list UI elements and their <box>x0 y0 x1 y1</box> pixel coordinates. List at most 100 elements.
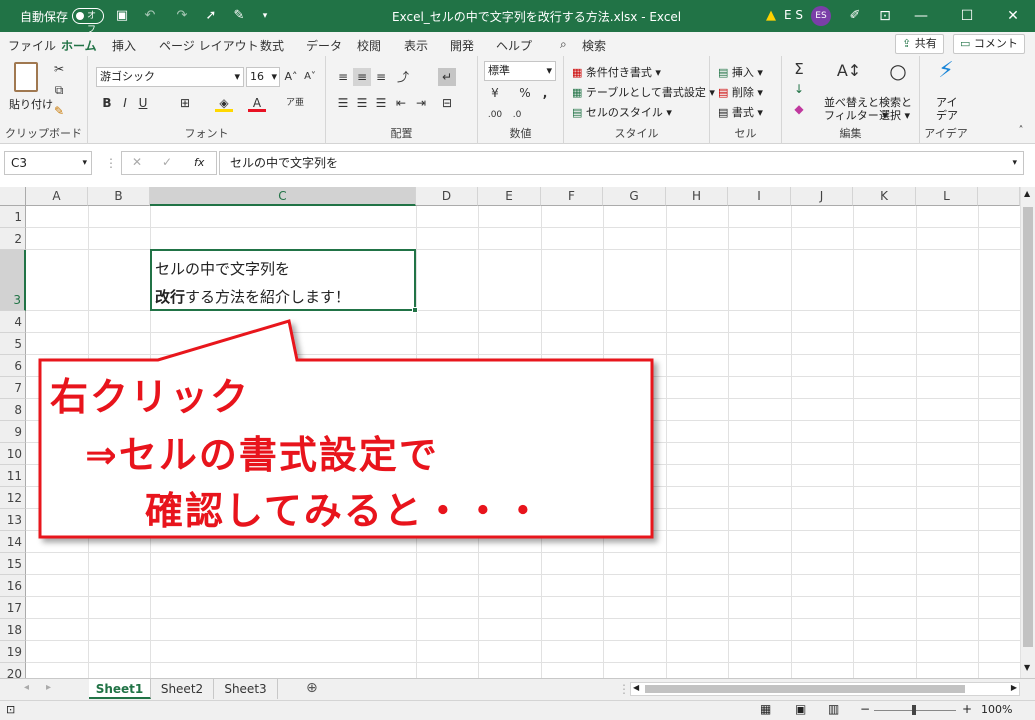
increase-indent-icon[interactable]: ⇥ <box>412 94 430 112</box>
vertical-scroll-thumb[interactable] <box>1023 207 1033 647</box>
autosave-toggle[interactable]: オフ <box>72 8 104 35</box>
row-header-19[interactable]: 19 <box>0 641 26 663</box>
sort-filter-icon[interactable]: A↕ <box>836 62 862 80</box>
tab-help[interactable]: ヘルプ <box>496 37 532 54</box>
autosum-icon[interactable]: Σ <box>790 60 808 78</box>
redo-icon[interactable]: ↷ <box>173 7 191 25</box>
zoom-out-icon[interactable]: − <box>860 702 870 716</box>
undo-icon[interactable]: ↶ <box>141 7 159 25</box>
tab-formulas[interactable]: 数式 <box>260 37 284 54</box>
next-sheet-icon[interactable]: ▸ <box>46 682 51 693</box>
currency-icon[interactable]: ¥ <box>486 84 504 102</box>
maximize-icon[interactable]: ☐ <box>944 0 990 32</box>
align-top-icon[interactable]: ≡ <box>334 68 352 86</box>
horizontal-scroll-thumb[interactable] <box>645 685 965 693</box>
column-header-k[interactable]: K <box>853 187 916 206</box>
format-painter-icon[interactable]: ✎ <box>50 102 68 120</box>
scroll-right-icon[interactable]: ▶ <box>1011 683 1017 692</box>
column-header-c[interactable]: C <box>150 187 416 206</box>
delete-cells-button[interactable]: ▤ 削除 ▾ <box>718 84 763 100</box>
column-header-l[interactable]: L <box>916 187 978 206</box>
phonetic-icon[interactable]: ア亜 <box>286 94 304 112</box>
sheet-tab-sheet1[interactable]: Sheet1 <box>89 679 151 699</box>
close-icon[interactable]: ✕ <box>990 0 1035 32</box>
insert-cells-button[interactable]: ▤ 挿入 ▾ <box>718 64 763 80</box>
avatar[interactable]: ES <box>811 6 831 26</box>
tab-developer[interactable]: 開発 <box>450 37 474 54</box>
comma-icon[interactable]: , <box>536 84 554 102</box>
comment-button[interactable]: ▭ コメント <box>953 34 1025 54</box>
macro-record-icon[interactable]: ⊡ <box>6 703 15 716</box>
borders-icon[interactable]: ⊞ <box>176 94 194 112</box>
decrease-decimal-icon[interactable]: .0 <box>508 106 526 124</box>
collapse-ribbon-icon[interactable]: ˄ <box>1012 122 1030 140</box>
column-header-d[interactable]: D <box>416 187 478 206</box>
normal-view-icon[interactable]: ▦ <box>760 702 771 716</box>
fill-color-icon[interactable]: ◈ <box>215 94 233 112</box>
align-right-icon[interactable]: ☰ <box>372 94 390 112</box>
row-header-17[interactable]: 17 <box>0 597 26 619</box>
column-header-h[interactable]: H <box>666 187 728 206</box>
format-as-table-button[interactable]: ▦ テーブルとして書式設定 ▾ <box>572 84 715 100</box>
enter-icon[interactable]: ✓ <box>162 155 172 169</box>
column-header-f[interactable]: F <box>541 187 603 206</box>
row-header-1[interactable]: 1 <box>0 206 26 228</box>
align-middle-icon[interactable]: ≡ <box>353 68 371 86</box>
expand-formula-icon[interactable]: ▾ <box>1012 152 1017 174</box>
ideas-icon[interactable]: ⚡ <box>934 60 958 82</box>
font-name-select[interactable]: 游ゴシック ▾ <box>96 67 244 87</box>
sheet-tab-sheet2[interactable]: Sheet2 <box>151 679 214 699</box>
cell-styles-button[interactable]: ▤ セルのスタイル ▾ <box>572 104 672 120</box>
format-cells-button[interactable]: ▤ 書式 ▾ <box>718 104 763 120</box>
font-color-icon[interactable]: A <box>248 94 266 112</box>
find-select-label-2[interactable]: 選択 ▾ <box>879 107 910 123</box>
clear-icon[interactable]: ◆ <box>790 100 808 118</box>
save-icon[interactable]: ▣ <box>113 7 131 25</box>
brush-icon[interactable]: ✎ <box>230 7 248 25</box>
zoom-level[interactable]: 100% <box>981 703 1012 716</box>
row-header-20[interactable]: 20 <box>0 663 26 678</box>
conditional-formatting-button[interactable]: ▦ 条件付き書式 ▾ <box>572 64 661 80</box>
shrink-font-icon[interactable]: A˅ <box>301 68 319 86</box>
prev-sheet-icon[interactable]: ◂ <box>24 682 29 693</box>
find-select-icon[interactable]: ○ <box>886 61 910 81</box>
page-layout-view-icon[interactable]: ▣ <box>795 702 806 716</box>
cancel-icon[interactable]: ✕ <box>132 155 142 169</box>
column-header-e[interactable]: E <box>478 187 541 206</box>
vertical-scrollbar[interactable]: ▲ ▼ <box>1020 187 1035 678</box>
row-header-18[interactable]: 18 <box>0 619 26 641</box>
bold-icon[interactable]: B <box>98 94 116 112</box>
decrease-indent-icon[interactable]: ⇤ <box>392 94 410 112</box>
underline-icon[interactable]: U <box>134 94 152 112</box>
tab-view[interactable]: 表示 <box>404 37 428 54</box>
number-format-select[interactable]: 標準 ▾ <box>484 61 556 81</box>
align-left-icon[interactable]: ☰ <box>334 94 352 112</box>
orientation-icon[interactable]: ⤴ <box>394 68 412 86</box>
zoom-in-icon[interactable]: + <box>962 702 972 716</box>
copy-icon[interactable]: ⧉ <box>50 81 68 99</box>
font-size-select[interactable]: 16 ▾ <box>246 67 280 87</box>
page-break-view-icon[interactable]: ▥ <box>828 702 839 716</box>
select-all[interactable] <box>0 187 26 206</box>
column-header-j[interactable]: J <box>791 187 853 206</box>
customize-qat-icon[interactable]: ▾ <box>256 7 274 25</box>
tab-insert[interactable]: 挿入 <box>112 37 136 54</box>
insert-function-icon[interactable]: fx <box>194 156 204 169</box>
tab-search[interactable]: 検索 <box>582 37 606 54</box>
ideas-label-2[interactable]: デア <box>936 107 958 123</box>
add-sheet-icon[interactable]: ⊕ <box>306 680 318 696</box>
percent-icon[interactable]: % <box>516 84 534 102</box>
wrap-text-icon[interactable]: ↵ <box>438 68 456 86</box>
increase-decimal-icon[interactable]: .00 <box>486 106 504 124</box>
align-center-icon[interactable]: ☰ <box>353 94 371 112</box>
name-box[interactable]: C3 ▾ <box>4 151 92 175</box>
italic-icon[interactable]: I <box>116 94 134 112</box>
formula-input[interactable]: セルの中で文字列を ▾ <box>219 151 1024 175</box>
horizontal-scrollbar[interactable]: ◀ ▶ <box>630 682 1020 696</box>
merge-center-icon[interactable]: ⊟ <box>438 94 456 112</box>
tab-home[interactable]: ホーム <box>61 37 97 59</box>
zoom-slider-thumb[interactable] <box>912 705 916 715</box>
column-header-more[interactable] <box>978 187 1020 206</box>
row-header-16[interactable]: 16 <box>0 575 26 597</box>
scroll-left-icon[interactable]: ◀ <box>633 683 639 692</box>
